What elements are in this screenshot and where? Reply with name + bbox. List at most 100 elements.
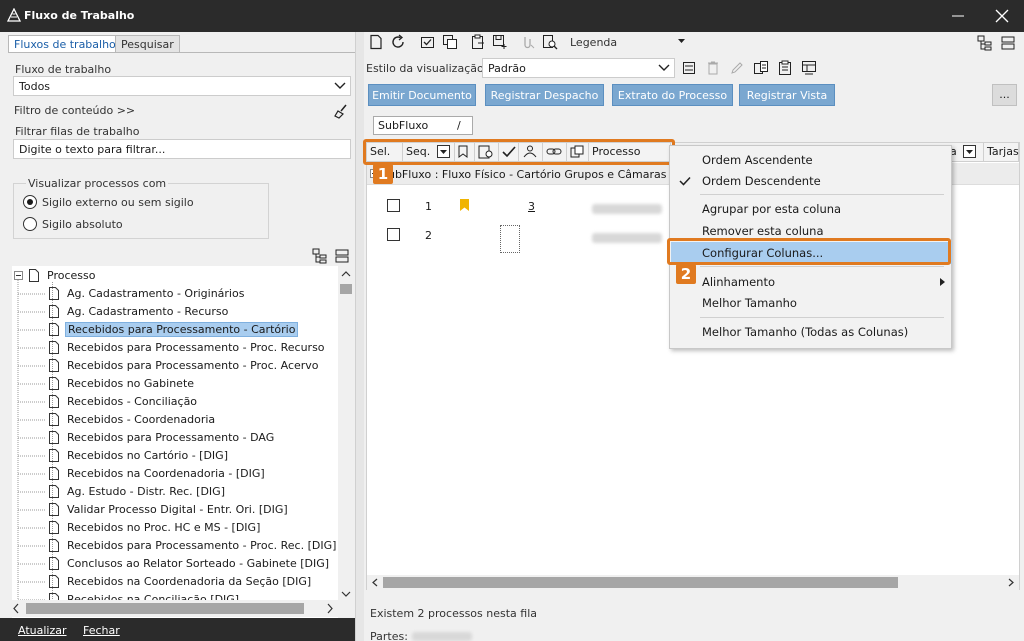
scroll-left-icon[interactable] <box>8 600 24 617</box>
tab-pesquisar[interactable]: Pesquisar <box>115 35 180 52</box>
emitir-documento-button[interactable]: Emitir Documento <box>368 84 476 106</box>
check-list-icon[interactable] <box>420 34 436 50</box>
delete-view-icon[interactable] <box>705 60 721 76</box>
copy-icon[interactable] <box>442 34 458 50</box>
clipboard-icon[interactable] <box>470 34 486 50</box>
menu-melhor-tamanho-todas[interactable]: Melhor Tamanho (Todas as Colunas) <box>671 321 952 343</box>
more-options-button[interactable]: ... <box>992 84 1017 106</box>
new-document-icon[interactable] <box>368 34 384 50</box>
report-icon[interactable] <box>777 60 793 76</box>
fluxo-select[interactable]: Todos <box>13 76 351 96</box>
tree-connector <box>18 491 46 493</box>
tree-item-label: Validar Processo Digital - Entr. Ori. [D… <box>67 503 288 516</box>
legenda-label[interactable]: Legenda <box>570 36 617 49</box>
tree-scroll-thumb[interactable] <box>340 284 352 294</box>
atualizar-button[interactable]: Atualizar <box>18 624 67 637</box>
document-icon <box>49 449 59 462</box>
subfluxo-tag-label: SubFluxo <box>378 119 429 132</box>
tree-branch-line <box>52 282 53 624</box>
scroll-up-icon[interactable] <box>338 266 354 282</box>
left-panel: Fluxos de trabalho Pesquisar Fluxo de tr… <box>0 32 355 641</box>
column-a[interactable]: a <box>947 143 983 161</box>
refresh-icon[interactable] <box>390 34 406 50</box>
registrar-vista-button[interactable]: Registrar Vista <box>739 84 835 106</box>
radio-sigilo-externo[interactable] <box>23 195 37 209</box>
filtro-conteudo-link[interactable]: Filtro de conteúdo >> <box>14 104 135 117</box>
grid-horizontal-scrollbar[interactable] <box>367 575 1019 590</box>
tree-view-icon[interactable] <box>977 35 993 51</box>
tree-lines <box>17 280 19 624</box>
tree-collapse-icon[interactable] <box>334 248 350 264</box>
chevron-down-icon <box>658 64 670 71</box>
tree-expand-icon[interactable] <box>312 248 328 264</box>
document-icon <box>49 521 59 534</box>
tree-item-label: Recebidos no Proc. HC e MS - [DIG] <box>67 521 261 534</box>
tree-item-label: Recebidos - Coordenadoria <box>67 413 216 426</box>
menu-ordem-descendente[interactable]: Ordem Descendente <box>671 170 952 192</box>
grid-hscroll-thumb[interactable] <box>383 577 898 588</box>
registrar-despacho-button[interactable]: Registrar Despacho <box>485 84 604 106</box>
menu-agrupar-coluna[interactable]: Agrupar por esta coluna <box>671 198 952 220</box>
tree-item-label: Recebidos na Coordenadoria da Seção [DIG… <box>67 575 312 588</box>
attach-icon[interactable] <box>520 34 536 50</box>
status-text: Existem 2 processos nesta fila <box>370 607 538 620</box>
row-seq: 2 <box>425 229 432 242</box>
menu-separator <box>700 194 944 195</box>
row-checkbox[interactable] <box>387 199 400 212</box>
document-icon <box>49 359 59 372</box>
scroll-right-icon[interactable] <box>322 600 338 617</box>
tree-connector <box>18 455 46 457</box>
fechar-button[interactable]: Fechar <box>83 624 120 637</box>
search-document-icon[interactable] <box>542 34 558 50</box>
close-button[interactable] <box>980 0 1024 32</box>
estilo-select[interactable]: Padrão <box>482 58 675 78</box>
layout-icon[interactable] <box>1000 35 1016 51</box>
broom-icon[interactable] <box>333 103 349 119</box>
extrato-processo-button[interactable]: Extrato do Processo <box>612 84 733 106</box>
grid-config-icon[interactable] <box>801 60 817 76</box>
filtrar-placeholder: Digite o texto para filtrar... <box>19 143 166 156</box>
filtrar-filas-input[interactable]: Digite o texto para filtrar... <box>13 139 351 159</box>
tab-fluxos-de-trabalho[interactable]: Fluxos de trabalho <box>8 35 122 52</box>
workflow-tree: Processo Ag. Cadastramento - Originários… <box>12 266 354 624</box>
tree-connector <box>18 383 46 385</box>
panel-splitter[interactable] <box>355 32 364 641</box>
column-tarjas[interactable]: Tarjas <box>983 143 1019 161</box>
save-view-icon[interactable] <box>681 60 697 76</box>
title-bar: Fluxo de Trabalho <box>0 0 1024 32</box>
row-checkbox[interactable] <box>387 228 400 241</box>
menu-separator <box>700 266 944 267</box>
legenda-dropdown-icon[interactable] <box>678 39 685 43</box>
visualizar-label: Visualizar processos com <box>26 177 169 190</box>
scroll-down-icon[interactable] <box>338 586 354 602</box>
tree-item-label: Ag. Cadastramento - Originários <box>67 287 245 300</box>
tree-connector <box>18 545 46 547</box>
subfluxo-group-tag[interactable]: SubFluxo / <box>373 116 473 135</box>
tree-connector <box>18 293 46 295</box>
menu-alinhamento[interactable]: Alinhamento <box>671 271 952 293</box>
scroll-right-icon[interactable] <box>1005 577 1017 588</box>
radio-sigilo-absoluto[interactable] <box>23 217 37 231</box>
tree-hscroll-thumb[interactable] <box>26 603 304 614</box>
sort-indicator-icon: / <box>457 119 461 132</box>
focused-cell[interactable] <box>500 225 520 253</box>
tree-connector <box>18 437 46 439</box>
minimize-icon <box>952 15 964 17</box>
tree-item-label: Recebidos para Processamento - Proc. Ace… <box>67 359 319 372</box>
menu-ordem-ascendente[interactable]: Ordem Ascendente <box>671 149 952 171</box>
document-icon <box>49 377 59 390</box>
minimize-button[interactable] <box>936 0 980 32</box>
checkmark-icon <box>679 176 691 186</box>
row-count-link[interactable]: 3 <box>528 200 535 213</box>
filter-dropdown-icon[interactable] <box>963 145 976 158</box>
export-view-icon[interactable] <box>753 60 769 76</box>
tree-connector <box>18 563 46 565</box>
menu-melhor-tamanho[interactable]: Melhor Tamanho <box>671 292 952 314</box>
edit-view-icon[interactable] <box>729 60 745 76</box>
tree-vertical-scrollbar[interactable] <box>338 266 354 624</box>
document-icon <box>49 413 59 426</box>
save-copy-icon[interactable] <box>492 34 508 50</box>
bookmark-flag-icon <box>460 199 469 211</box>
tree-horizontal-scrollbar[interactable] <box>8 600 338 617</box>
scroll-left-icon[interactable] <box>369 577 381 588</box>
